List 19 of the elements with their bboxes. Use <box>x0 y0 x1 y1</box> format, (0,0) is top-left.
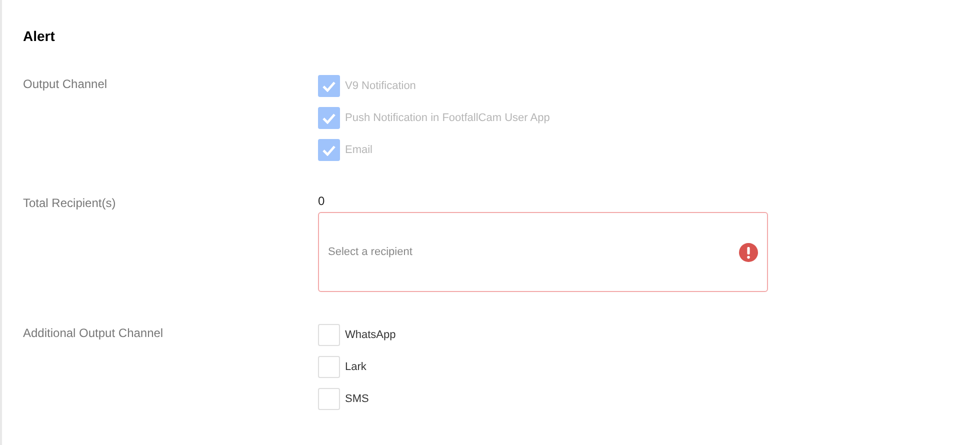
checkmark-icon <box>322 144 336 156</box>
checkbox-label: V9 Notification <box>345 78 416 94</box>
checkmark-icon <box>322 80 336 92</box>
checkbox-label: Email <box>345 142 373 158</box>
field-label: Additional Output Channel <box>23 325 164 342</box>
checkbox[interactable] <box>318 324 340 346</box>
checkbox[interactable] <box>318 388 340 410</box>
error-icon <box>739 242 758 262</box>
field-label: Output Channel <box>23 76 108 93</box>
checkbox-label: WhatsApp <box>345 328 396 343</box>
section-title: Alert <box>23 27 56 46</box>
checkbox[interactable] <box>318 356 340 378</box>
checkbox-label: Lark <box>345 360 366 375</box>
recipient-count: 0 <box>318 194 326 208</box>
field-label: Total Recipient(s) <box>23 195 117 212</box>
recipient-select[interactable]: Select a recipient <box>318 212 768 292</box>
checkbox-label: SMS <box>345 392 369 407</box>
checkbox-label: Push Notification in FootfallCam User App <box>345 110 550 126</box>
checkmark-icon <box>322 112 336 124</box>
